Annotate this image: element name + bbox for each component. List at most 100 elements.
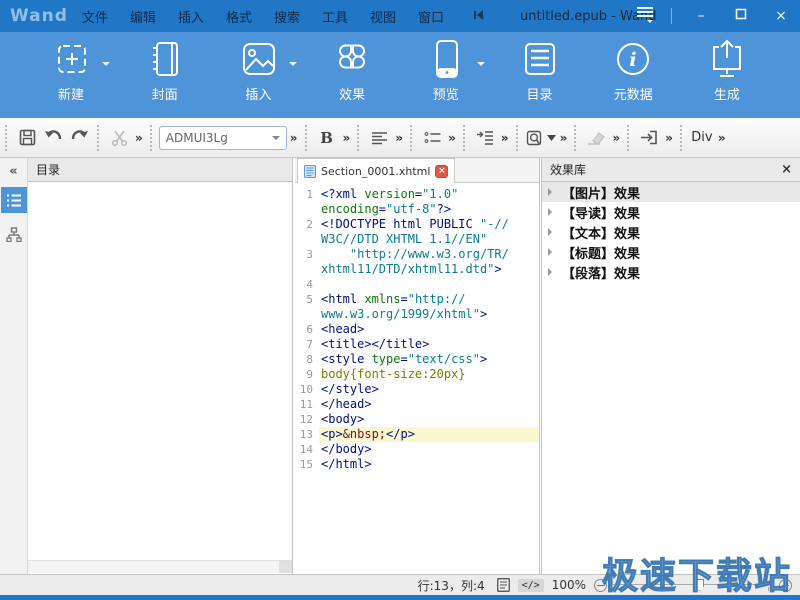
- menu-window[interactable]: 窗口: [418, 7, 444, 26]
- preview-button[interactable]: 预览: [411, 38, 481, 118]
- div-button[interactable]: Div: [690, 125, 714, 151]
- menu-format[interactable]: 格式: [226, 7, 252, 26]
- overflow-chevron[interactable]: »: [557, 131, 570, 145]
- eraser-button[interactable]: [584, 125, 608, 151]
- menu-search[interactable]: 搜索: [274, 7, 300, 26]
- tab-close-button[interactable]: ×: [435, 165, 448, 178]
- cut-button[interactable]: [107, 125, 131, 151]
- overflow-chevron[interactable]: »: [662, 131, 675, 145]
- code-line[interactable]: 10</style>: [295, 382, 539, 397]
- overflow-chevron[interactable]: »: [609, 131, 622, 145]
- insert-break-button[interactable]: [637, 125, 661, 151]
- toolbar-grip[interactable]: [5, 125, 10, 151]
- code-line[interactable]: 13<p>&nbsp;</p>: [295, 427, 539, 442]
- toc-scrollbar[interactable]: [28, 560, 292, 573]
- code-line[interactable]: 6<head>: [295, 322, 539, 337]
- code-line[interactable]: 11</head>: [295, 397, 539, 412]
- code-line[interactable]: W3C//DTD XHTML 1.1//EN": [295, 232, 539, 247]
- effects-item-paragraph[interactable]: 【段落】效果: [542, 262, 800, 282]
- effects-item-guide[interactable]: 【导读】效果: [542, 202, 800, 222]
- menu-insert[interactable]: 插入: [178, 7, 204, 26]
- cover-button[interactable]: 封面: [130, 38, 200, 118]
- code-line[interactable]: 1<?xml version="1.0": [295, 187, 539, 202]
- menu-file[interactable]: 文件: [82, 7, 108, 26]
- toc-button[interactable]: 目录: [505, 38, 575, 118]
- code-line[interactable]: 7<title></title>: [295, 337, 539, 352]
- save-button[interactable]: [15, 125, 39, 151]
- toolbar-grip[interactable]: [463, 125, 468, 151]
- code-line[interactable]: 2<!DOCTYPE html PUBLIC "-//: [295, 217, 539, 232]
- structure-view-button[interactable]: [1, 221, 27, 247]
- toolbar-grip[interactable]: [680, 125, 685, 151]
- effects-button[interactable]: 效果: [317, 38, 387, 118]
- toolbar-grip[interactable]: [574, 125, 579, 151]
- effects-panel-close-button[interactable]: ×: [781, 162, 792, 177]
- font-select[interactable]: ADMUI3Lg: [159, 126, 287, 150]
- overflow-chevron[interactable]: »: [287, 131, 300, 145]
- code-view-button[interactable]: </>: [518, 579, 544, 592]
- toolbar-grip[interactable]: [516, 125, 521, 151]
- code-line[interactable]: 12<body>: [295, 412, 539, 427]
- menu-edit[interactable]: 编辑: [130, 7, 156, 26]
- menu-overflow-icon[interactable]: [637, 7, 653, 26]
- code-line[interactable]: 9body{font-size:20px}: [295, 367, 539, 382]
- code-line[interactable]: www.w3.org/1999/xhtml">: [295, 307, 539, 322]
- overflow-chevron[interactable]: »: [498, 131, 511, 145]
- menu-view[interactable]: 视图: [370, 7, 396, 26]
- tab-section-0001[interactable]: Section_0001.xhtml ×: [297, 158, 455, 183]
- menu-tools[interactable]: 工具: [322, 7, 348, 26]
- code-line[interactable]: 3 "http://www.w3.org/TR/: [295, 247, 539, 262]
- toolbar-grip[interactable]: [357, 125, 362, 151]
- code-line[interactable]: 4: [295, 277, 539, 292]
- overflow-chevron[interactable]: »: [340, 131, 353, 145]
- collapse-panel-button[interactable]: «: [9, 164, 17, 179]
- expander-triangle-icon[interactable]: [548, 248, 556, 256]
- undo-button[interactable]: [41, 125, 65, 151]
- overflow-chevron[interactable]: »: [445, 131, 458, 145]
- code-line[interactable]: xhtml11/DTD/xhtml11.dtd">: [295, 262, 539, 277]
- toc-panel-body[interactable]: [28, 182, 292, 560]
- toolbar-grip[interactable]: [305, 125, 310, 151]
- expander-triangle-icon[interactable]: [548, 228, 556, 236]
- find-in-document-button[interactable]: [526, 125, 556, 151]
- close-button[interactable]: ×: [770, 8, 792, 24]
- toolbar-grip[interactable]: [627, 125, 632, 151]
- toolbar-grip[interactable]: [97, 125, 102, 151]
- expander-triangle-icon[interactable]: [548, 188, 556, 196]
- generate-button[interactable]: 生成: [692, 38, 762, 118]
- effects-item-image[interactable]: 【图片】效果: [542, 182, 800, 202]
- collapse-menu-icon[interactable]: [472, 8, 486, 25]
- insert-dropdown-icon[interactable]: [289, 62, 297, 70]
- effects-item-text[interactable]: 【文本】效果: [542, 222, 800, 242]
- expander-triangle-icon[interactable]: [548, 268, 556, 276]
- metadata-button[interactable]: i 元数据: [598, 38, 668, 118]
- overflow-chevron[interactable]: »: [715, 131, 728, 145]
- code-line[interactable]: encoding="utf-8"?>: [295, 202, 539, 217]
- toc-view-button[interactable]: [1, 187, 27, 213]
- code-line[interactable]: 5<html xmlns="http://: [295, 292, 539, 307]
- new-dropdown-icon[interactable]: [102, 62, 110, 70]
- new-button[interactable]: 新建: [36, 38, 106, 118]
- expander-triangle-icon[interactable]: [548, 208, 556, 216]
- overflow-chevron[interactable]: »: [392, 131, 405, 145]
- preview-dropdown-icon[interactable]: [477, 62, 485, 70]
- effects-item-title[interactable]: 【标题】效果: [542, 242, 800, 262]
- line-number: [295, 202, 319, 217]
- insert-button[interactable]: 插入: [223, 38, 293, 118]
- bullet-list-button[interactable]: [420, 125, 444, 151]
- toolbar-grip[interactable]: [410, 125, 415, 151]
- code-line[interactable]: 8<style type="text/css">: [295, 352, 539, 367]
- code-line[interactable]: 14</body>: [295, 442, 539, 457]
- redo-button[interactable]: [67, 125, 91, 151]
- toolbar-grip[interactable]: [150, 125, 155, 151]
- overflow-chevron[interactable]: »: [132, 131, 145, 145]
- minimize-button[interactable]: –: [690, 8, 712, 24]
- maximize-button[interactable]: [730, 8, 752, 24]
- indent-button[interactable]: [473, 125, 497, 151]
- document-view-icon[interactable]: [497, 578, 510, 592]
- align-button[interactable]: [367, 125, 391, 151]
- code-area[interactable]: 1<?xml version="1.0"encoding="utf-8"?>2<…: [295, 183, 539, 472]
- code-line[interactable]: 15</html>: [295, 457, 539, 472]
- bold-button[interactable]: B: [315, 125, 339, 151]
- line-number: 1: [295, 187, 319, 202]
